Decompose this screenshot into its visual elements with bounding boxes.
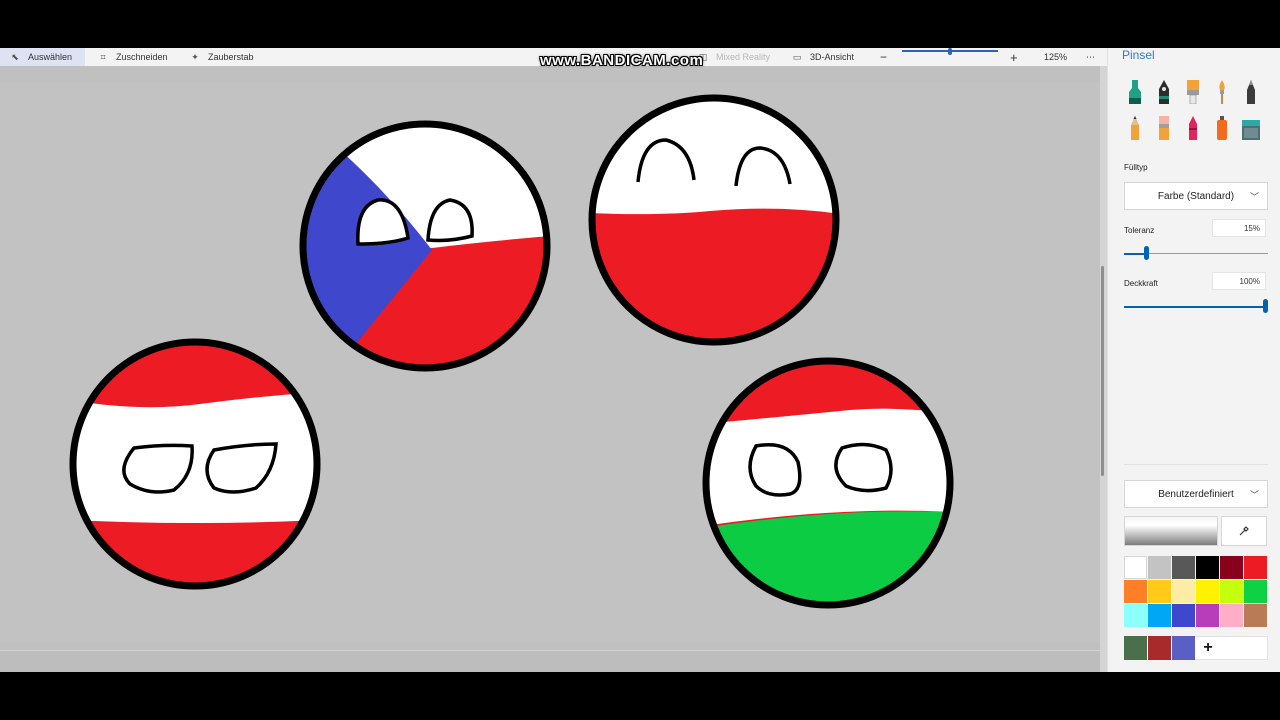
palette-swatch[interactable] bbox=[1148, 556, 1171, 579]
tolerance-label: Toleranz bbox=[1124, 226, 1155, 235]
palette-swatch[interactable] bbox=[1172, 580, 1195, 603]
crayon-button[interactable] bbox=[1182, 112, 1204, 140]
current-color-preview[interactable] bbox=[1124, 516, 1218, 546]
fill-type-dropdown[interactable]: Farbe (Standard) ﹀ bbox=[1124, 182, 1268, 210]
panel-title: Pinsel bbox=[1122, 48, 1155, 62]
palette-swatch[interactable] bbox=[1220, 604, 1243, 627]
workspace bbox=[0, 66, 1107, 675]
calligraphy-pen-button[interactable] bbox=[1153, 76, 1175, 104]
fill-type-value: Farbe (Standard) bbox=[1157, 190, 1235, 202]
custom-color-swatch[interactable] bbox=[1124, 636, 1147, 660]
spray-can-button[interactable] bbox=[1211, 112, 1233, 140]
add-color-button[interactable]: + bbox=[1196, 637, 1220, 659]
palette-swatch[interactable] bbox=[1172, 556, 1195, 579]
crayon-icon bbox=[1189, 116, 1197, 140]
palette-swatch[interactable] bbox=[1124, 556, 1147, 579]
video-letterbox-bottom bbox=[0, 672, 1280, 720]
palette-swatch[interactable] bbox=[1244, 604, 1267, 627]
austria-ball bbox=[69, 338, 321, 590]
vertical-scrollbar-thumb[interactable] bbox=[1101, 266, 1104, 476]
tolerance-slider-fill bbox=[1124, 253, 1146, 255]
opacity-label: Deckkraft bbox=[1124, 279, 1158, 288]
watercolor-icon bbox=[1219, 80, 1225, 104]
spraycan-icon bbox=[1217, 116, 1227, 140]
pixel-pen-icon bbox=[1247, 80, 1255, 104]
marker-icon bbox=[1129, 80, 1141, 104]
hungary-ball bbox=[702, 357, 954, 609]
eyedropper-icon bbox=[1239, 526, 1249, 536]
palette-swatch[interactable] bbox=[1244, 556, 1267, 579]
eraser-icon bbox=[1159, 116, 1169, 140]
eraser-button[interactable] bbox=[1153, 112, 1175, 140]
canvas-drawing bbox=[69, 94, 954, 609]
chevron-down-icon: ﹀ bbox=[1249, 490, 1259, 500]
eyedropper-button[interactable] bbox=[1221, 516, 1267, 546]
palette-swatch[interactable] bbox=[1124, 604, 1147, 627]
palette-swatch[interactable] bbox=[1148, 580, 1171, 603]
palette-swatch[interactable] bbox=[1148, 604, 1171, 627]
palette-swatch[interactable] bbox=[1220, 580, 1243, 603]
palette-swatch[interactable] bbox=[1172, 604, 1195, 627]
bandicam-watermark: www.BANDICAM.com bbox=[540, 52, 704, 69]
tolerance-input[interactable]: 15% bbox=[1212, 219, 1266, 237]
czech-ball bbox=[299, 120, 551, 372]
pencil-icon bbox=[1131, 116, 1139, 140]
palette-swatch[interactable] bbox=[1196, 604, 1219, 627]
opacity-slider-fill bbox=[1124, 306, 1268, 308]
oil-brush-icon bbox=[1187, 80, 1199, 104]
pencil-button[interactable] bbox=[1124, 112, 1146, 140]
custom-color-swatch[interactable] bbox=[1148, 636, 1171, 660]
marker-brush-button[interactable] bbox=[1124, 76, 1146, 104]
palette-swatch[interactable] bbox=[1124, 580, 1147, 603]
color-mode-value: Benutzerdefiniert bbox=[1158, 488, 1234, 500]
palette-swatch[interactable] bbox=[1196, 580, 1219, 603]
custom-color-swatch[interactable] bbox=[1172, 636, 1195, 660]
drawing-canvas[interactable] bbox=[0, 82, 1100, 642]
panel-divider bbox=[1124, 464, 1268, 465]
fill-bucket-icon bbox=[1242, 120, 1260, 140]
fill-bucket-button[interactable] bbox=[1240, 112, 1262, 140]
palette-swatch[interactable] bbox=[1244, 580, 1267, 603]
horizontal-scrollbar[interactable] bbox=[0, 650, 1100, 673]
calligraphy-pen-icon bbox=[1159, 80, 1169, 104]
oil-brush-button[interactable] bbox=[1182, 76, 1204, 104]
poland-ball bbox=[588, 94, 840, 346]
chevron-down-icon: ﹀ bbox=[1249, 192, 1259, 202]
opacity-input[interactable]: 100% bbox=[1212, 272, 1266, 290]
opacity-slider-thumb[interactable] bbox=[1263, 299, 1268, 313]
watercolor-brush-button[interactable] bbox=[1211, 76, 1233, 104]
tolerance-slider-thumb[interactable] bbox=[1143, 246, 1149, 260]
palette-swatch[interactable] bbox=[1220, 556, 1243, 579]
palette-swatch[interactable] bbox=[1196, 556, 1219, 579]
pixel-pen-button[interactable] bbox=[1240, 76, 1262, 104]
brush-panel: Pinsel Fülltyp Farbe (Standard) ﹀ Tolera… bbox=[1107, 48, 1280, 672]
color-mode-dropdown[interactable]: Benutzerdefiniert ﹀ bbox=[1124, 480, 1268, 508]
fill-type-label: Fülltyp bbox=[1124, 163, 1148, 172]
